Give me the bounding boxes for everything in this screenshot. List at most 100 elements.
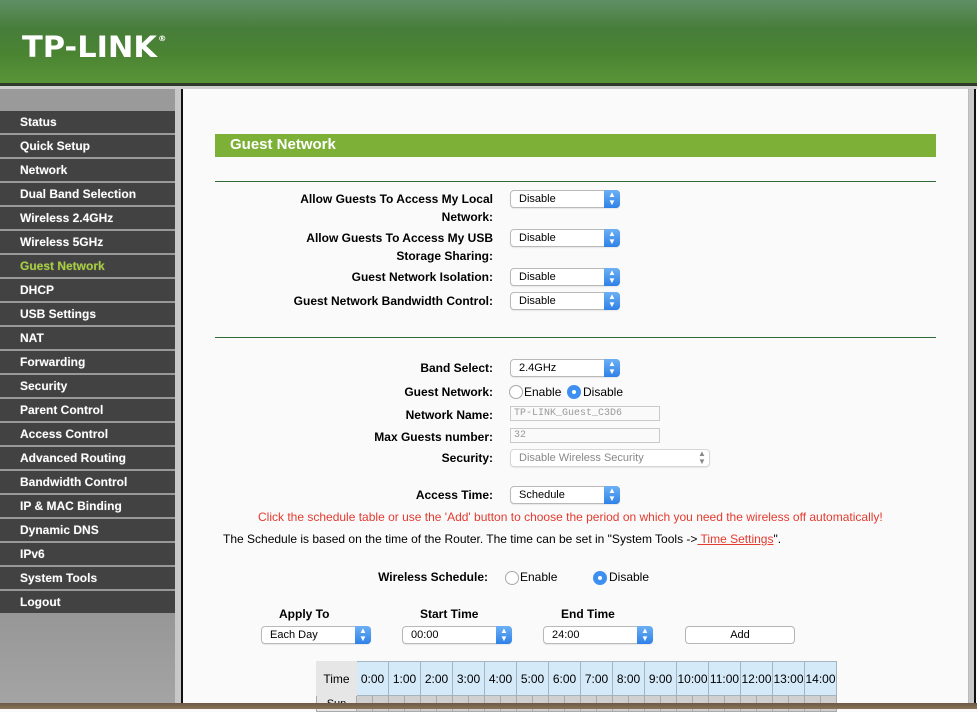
chevron-updown-icon: ▲ ▼ bbox=[604, 229, 620, 247]
sidebar-item-dynamic-dns[interactable]: Dynamic DNS bbox=[0, 519, 175, 541]
isolation-label: Guest Network Isolation: bbox=[351, 270, 493, 284]
hour-header: 6:00 bbox=[548, 661, 581, 696]
access-time-label: Access Time: bbox=[415, 488, 493, 502]
chevron-updown-icon: ▲ ▼ bbox=[604, 292, 620, 310]
security-select[interactable]: Disable Wireless Security ▲ ▼ bbox=[510, 449, 710, 467]
usb-access-label-line1: Allow Guests To Access My USB bbox=[306, 231, 493, 245]
end-time-header: End Time bbox=[561, 607, 615, 621]
usb-access-select[interactable]: Disable ▲ ▼ bbox=[510, 229, 620, 247]
usb-access-value: Disable bbox=[519, 232, 556, 244]
local-access-value: Disable bbox=[519, 193, 556, 205]
usb-access-label-line2: Storage Sharing: bbox=[396, 249, 493, 263]
isolation-select[interactable]: Disable ▲ ▼ bbox=[510, 268, 620, 286]
sidebar-item-ip-mac-binding[interactable]: IP & MAC Binding bbox=[0, 495, 175, 517]
security-value: Disable Wireless Security bbox=[519, 452, 644, 464]
logo-text: TP-LINK bbox=[22, 30, 158, 64]
guest-network-disable-radio[interactable] bbox=[567, 385, 581, 399]
sidebar-item-bandwidth-control[interactable]: Bandwidth Control bbox=[0, 471, 175, 493]
apply-to-select[interactable]: Each Day ▲ ▼ bbox=[261, 626, 371, 644]
sidebar-item-guest-network[interactable]: Guest Network bbox=[0, 255, 175, 277]
window-bottom-edge bbox=[0, 703, 977, 709]
hour-header: 7:00 bbox=[580, 661, 613, 696]
sidebar-item-parent-control[interactable]: Parent Control bbox=[0, 399, 175, 421]
access-time-value: Schedule bbox=[519, 489, 565, 501]
schedule-note-suffix: ". bbox=[773, 532, 782, 546]
hour-header: 5:00 bbox=[516, 661, 549, 696]
schedule-corner: Time bbox=[316, 661, 357, 696]
guest-network-disable-label: Disable bbox=[583, 385, 624, 399]
sidebar-item-access-control[interactable]: Access Control bbox=[0, 423, 175, 445]
chevron-updown-icon: ▲ ▼ bbox=[496, 626, 512, 644]
sidebar-item-advanced-routing[interactable]: Advanced Routing bbox=[0, 447, 175, 469]
sidebar-item-dual-band-selection[interactable]: Dual Band Selection bbox=[0, 183, 175, 205]
chevron-updown-icon: ▲ ▼ bbox=[698, 449, 706, 466]
sidebar-item-logout[interactable]: Logout bbox=[0, 591, 175, 613]
network-name-input[interactable]: TP-LINK_Guest_C3D6 bbox=[510, 406, 660, 421]
main-border bbox=[974, 89, 976, 709]
security-label: Security: bbox=[441, 451, 493, 465]
local-access-select[interactable]: Disable ▲ ▼ bbox=[510, 190, 620, 208]
chevron-updown-icon: ▲ ▼ bbox=[604, 359, 620, 377]
guest-network-enable-label: Enable bbox=[524, 385, 562, 399]
schedule-header-row: Time 0:00 1:00 2:00 3:00 4:00 5:00 6:00 7:00 8:0… bbox=[316, 661, 837, 696]
tp-link-logo: TP-LINK® bbox=[22, 30, 166, 64]
max-guests-input[interactable]: 32 bbox=[510, 428, 660, 443]
sidebar-item-ipv6[interactable]: IPv6 bbox=[0, 543, 175, 565]
max-guests-label: Max Guests number: bbox=[374, 430, 493, 444]
hour-header: 11:00 bbox=[708, 661, 741, 696]
access-time-select[interactable]: Schedule ▲ ▼ bbox=[510, 486, 620, 504]
add-button[interactable]: Add bbox=[685, 626, 795, 644]
registered-mark: ® bbox=[158, 34, 167, 43]
sidebar-item-quick-setup[interactable]: Quick Setup bbox=[0, 135, 175, 157]
sidebar-item-system-tools[interactable]: System Tools bbox=[0, 567, 175, 589]
start-time-select[interactable]: 00:00 ▲ ▼ bbox=[402, 626, 512, 644]
wireless-schedule-enable-radio[interactable] bbox=[505, 571, 519, 585]
sidebar-item-forwarding[interactable]: Forwarding bbox=[0, 351, 175, 373]
local-access-label-line1: Allow Guests To Access My Local bbox=[300, 192, 493, 206]
hour-header: 12:00 bbox=[740, 661, 773, 696]
schedule-warning: Click the schedule table or use the 'Add… bbox=[258, 510, 883, 524]
sidebar-item-wireless-2-4ghz[interactable]: Wireless 2.4GHz bbox=[0, 207, 175, 229]
chevron-updown-icon: ▲ ▼ bbox=[604, 190, 620, 208]
wireless-schedule-label: Wireless Schedule: bbox=[378, 570, 488, 584]
apply-to-header: Apply To bbox=[279, 607, 330, 621]
sidebar-item-network[interactable]: Network bbox=[0, 159, 175, 181]
sidebar-item-usb-settings[interactable]: USB Settings bbox=[0, 303, 175, 325]
chevron-updown-icon: ▲ ▼ bbox=[637, 626, 653, 644]
guest-network-enable-radio[interactable] bbox=[509, 385, 523, 399]
schedule-note-text: The Schedule is based on the time of the… bbox=[223, 532, 698, 546]
local-access-label: Allow Guests To Access My Local Network: bbox=[250, 190, 493, 226]
hour-header: 0:00 bbox=[356, 661, 389, 696]
page-title-bar: Guest Network bbox=[215, 134, 936, 157]
bandwidth-select[interactable]: Disable ▲ ▼ bbox=[510, 292, 620, 310]
wireless-schedule-disable-radio[interactable] bbox=[593, 571, 607, 585]
bandwidth-value: Disable bbox=[519, 295, 556, 307]
sidebar-item-dhcp[interactable]: DHCP bbox=[0, 279, 175, 301]
band-select-value: 2.4GHz bbox=[519, 362, 557, 374]
hour-header: 14:00 bbox=[804, 661, 837, 696]
isolation-value: Disable bbox=[519, 271, 556, 283]
schedule-note: The Schedule is based on the time of the… bbox=[223, 532, 781, 546]
sidebar-item-nat[interactable]: NAT bbox=[0, 327, 175, 349]
hour-header: 8:00 bbox=[612, 661, 645, 696]
wireless-schedule-disable-label: Disable bbox=[609, 570, 650, 584]
network-name-label: Network Name: bbox=[405, 408, 493, 422]
end-time-value: 24:00 bbox=[552, 629, 580, 641]
hour-header: 2:00 bbox=[420, 661, 453, 696]
local-access-label-line2: Network: bbox=[441, 210, 493, 224]
end-time-select[interactable]: 24:00 ▲ ▼ bbox=[543, 626, 653, 644]
hour-header: 1:00 bbox=[388, 661, 421, 696]
sidebar-item-status[interactable]: Status bbox=[0, 111, 175, 133]
sidebar-item-wireless-5ghz[interactable]: Wireless 5GHz bbox=[0, 231, 175, 253]
apply-to-value: Each Day bbox=[270, 629, 318, 641]
hour-header: 10:00 bbox=[676, 661, 709, 696]
band-select[interactable]: 2.4GHz ▲ ▼ bbox=[510, 359, 620, 377]
start-time-value: 00:00 bbox=[411, 629, 439, 641]
sidebar-item-security[interactable]: Security bbox=[0, 375, 175, 397]
hour-header: 13:00 bbox=[772, 661, 805, 696]
page-title: Guest Network bbox=[230, 136, 336, 153]
start-time-header: Start Time bbox=[420, 607, 479, 621]
bandwidth-label: Guest Network Bandwidth Control: bbox=[293, 294, 493, 308]
guest-network-label: Guest Network: bbox=[404, 385, 493, 399]
time-settings-link[interactable]: Time Settings bbox=[697, 532, 774, 546]
